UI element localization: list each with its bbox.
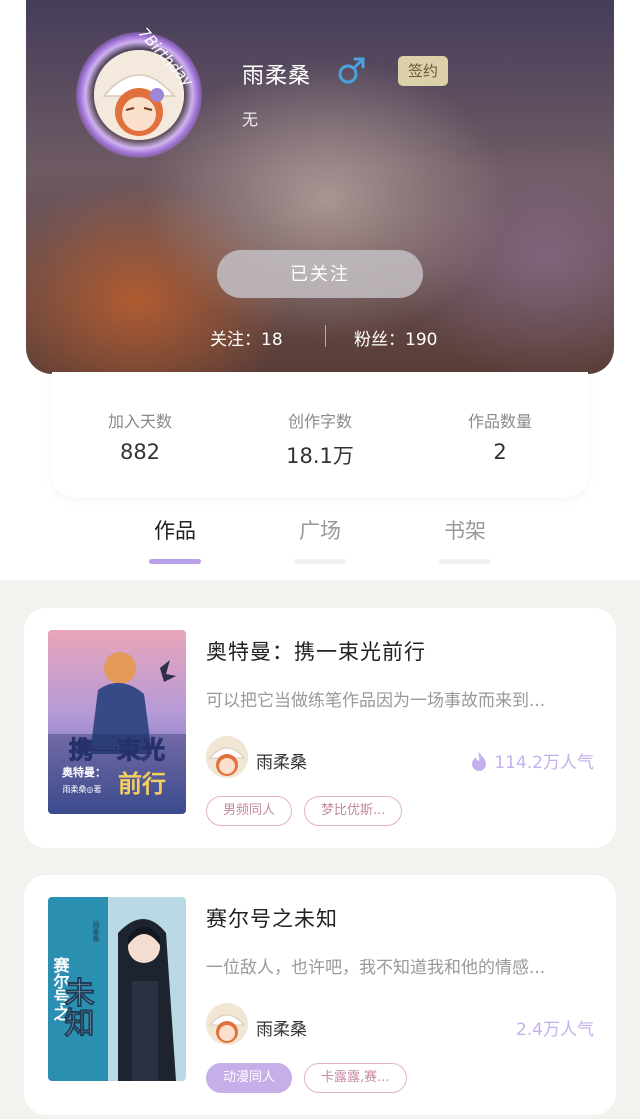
cover-author: 雨柔桑◎著 (63, 784, 102, 794)
author-name[interactable]: 雨柔桑 (256, 748, 307, 773)
tab-bookshelf[interactable]: 书架 (435, 515, 495, 564)
username: 雨柔桑 (242, 64, 312, 89)
book-card[interactable]: 赛尔号之 未知 雨柔桑 赛尔号之未知 一位敌人，也许吧，我不知道我和他的情感..… (24, 875, 616, 1115)
follow-button[interactable]: 已关注 (217, 250, 423, 298)
cover-title-main: 携一束光 (69, 736, 165, 764)
tag-category[interactable]: 动漫同人 (206, 1063, 293, 1093)
flame-icon (472, 751, 487, 771)
stat-works-count: 作品数量 2 (467, 412, 532, 464)
book-description: 可以把它当做练笔作品因为一场事故而来到... (206, 691, 546, 711)
stat-words-written: 创作字数 18.1万 (286, 412, 354, 468)
book-tags: 动漫同人 卡露露,赛... (206, 1063, 407, 1093)
tag-category[interactable]: 男频同人 (206, 796, 293, 826)
author-name[interactable]: 雨柔桑 (256, 1015, 307, 1040)
following-count[interactable]: 关注：18 (210, 325, 283, 350)
popularity-count: 2.4万人气 (515, 1020, 594, 1040)
author-stats-card: 加入天数 882 创作字数 18.1万 作品数量 2 (52, 372, 588, 497)
book-tags: 男频同人 梦比优斯... (206, 796, 403, 826)
book-cover[interactable]: 携一束光 奥特曼： 前行 雨柔桑◎著 (48, 630, 186, 814)
male-symbol-icon (338, 57, 365, 84)
cover-author: 雨柔桑 (92, 921, 100, 943)
stat-days-joined: 加入天数 882 (107, 412, 172, 464)
tab-indicator (294, 559, 346, 564)
book-card[interactable]: 携一束光 奥特曼： 前行 雨柔桑◎著 奥特曼：携一束光前行 可以把它当做练笔作品… (24, 608, 616, 848)
signed-author-badge: 签约 (398, 56, 448, 86)
user-bio: 无 (242, 110, 259, 129)
tag-character[interactable]: 梦比优斯... (304, 796, 403, 826)
user-avatar[interactable]: 7Birthday (76, 24, 216, 169)
author-avatar[interactable] (206, 1003, 248, 1045)
book-description: 一位敌人，也许吧，我不知道我和他的情感... (206, 958, 546, 978)
tag-character[interactable]: 卡露露,赛... (304, 1063, 407, 1093)
cover-title-main: 未知 (59, 977, 95, 1037)
tab-square[interactable]: 广场 (290, 515, 350, 564)
tab-indicator (439, 559, 491, 564)
book-title[interactable]: 奥特曼：携一束光前行 (206, 636, 426, 666)
followers-count[interactable]: 粉丝：190 (354, 325, 437, 350)
profile-banner: 7Birthday 雨柔桑 签约 无 已关注 关注：18 粉丝：190 (26, 0, 614, 374)
content-tabs: 作品 广场 书架 (0, 515, 640, 575)
book-title[interactable]: 赛尔号之未知 (206, 903, 338, 933)
popularity-count: 114.2万人气 (470, 748, 594, 773)
cover-title-sub: 奥特曼： (61, 765, 106, 779)
book-cover[interactable]: 赛尔号之 未知 雨柔桑 (48, 897, 186, 1081)
divider (325, 325, 326, 347)
tab-works[interactable]: 作品 (145, 515, 205, 564)
tab-indicator (149, 559, 201, 564)
author-avatar[interactable] (206, 736, 248, 778)
follow-stats: 关注：18 粉丝：190 (26, 325, 614, 351)
cover-title-tail: 前行 (118, 770, 166, 798)
